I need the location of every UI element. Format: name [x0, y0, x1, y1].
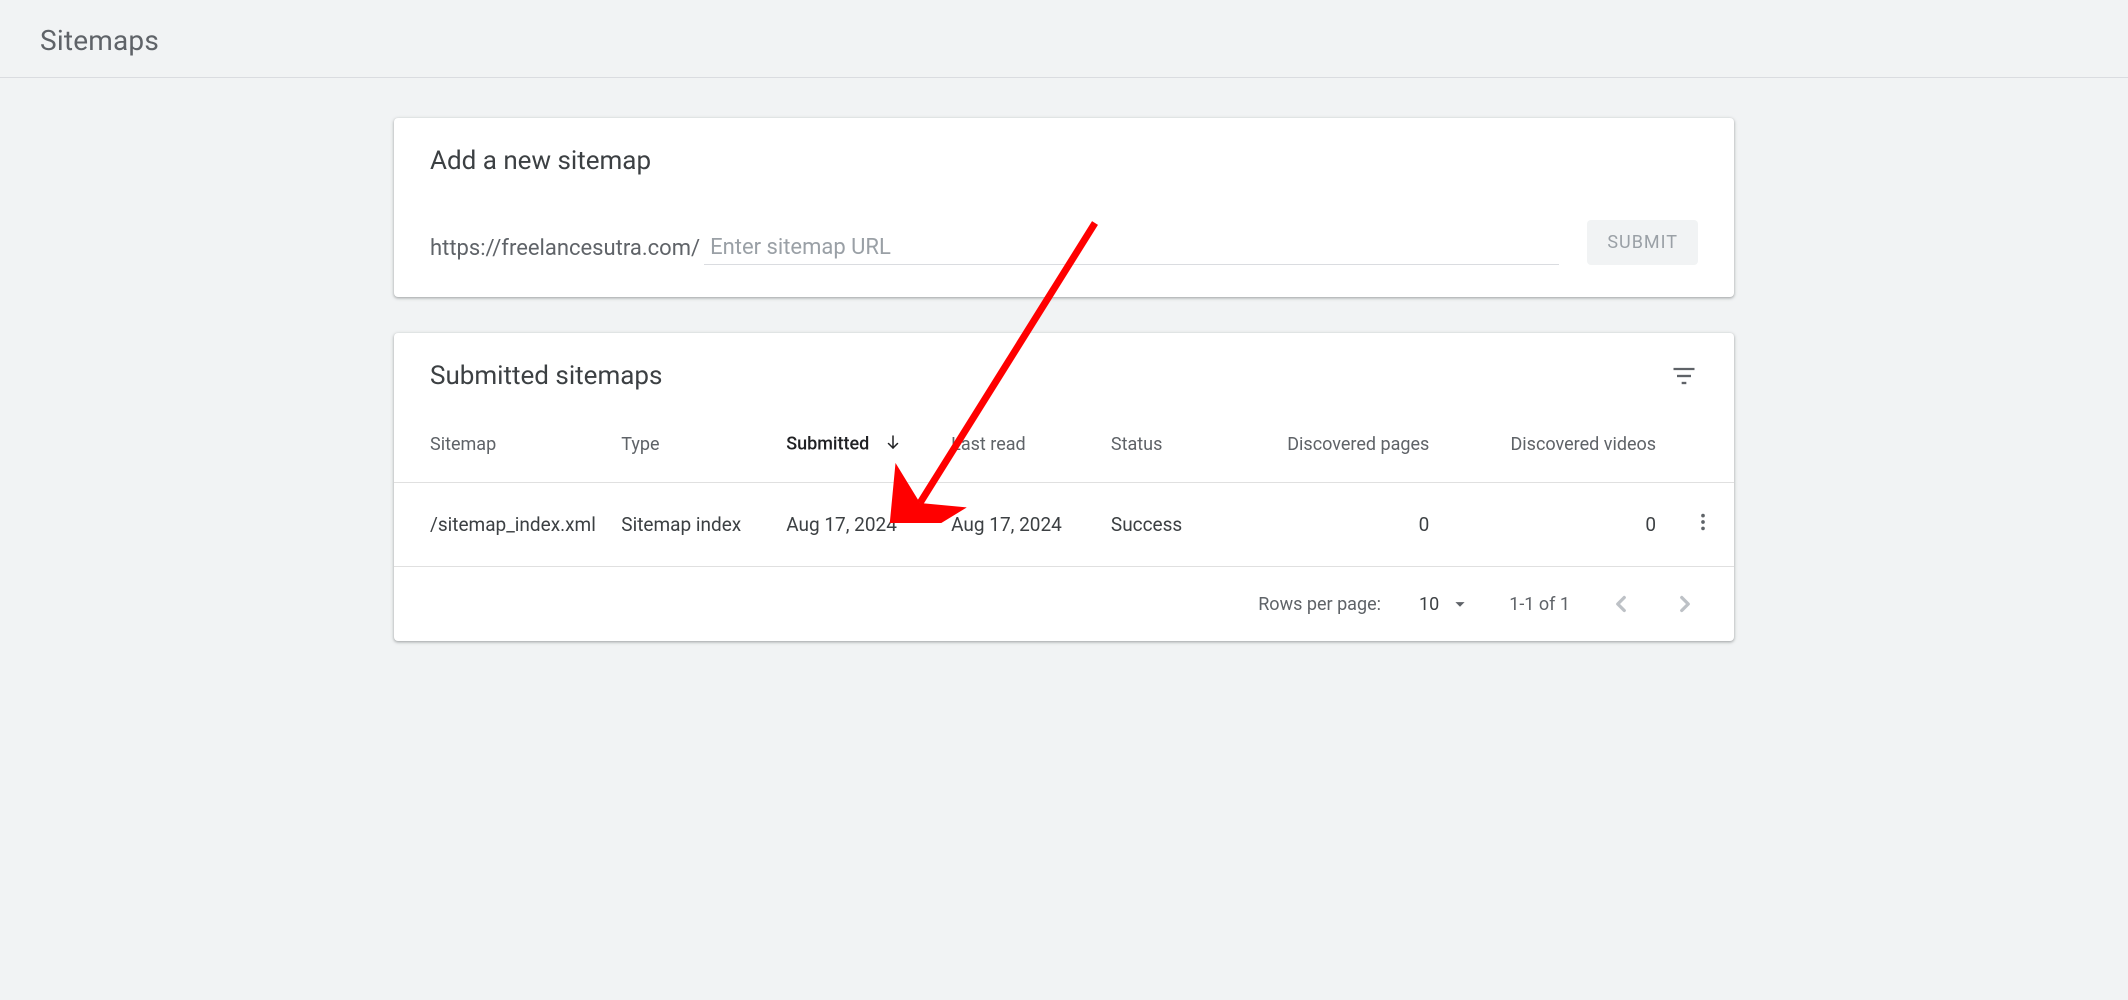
col-sitemap[interactable]: Sitemap — [394, 433, 605, 483]
row-menu-button[interactable] — [1672, 483, 1734, 567]
table-footer: Rows per page: 10 1-1 of 1 — [394, 567, 1734, 641]
next-page-button[interactable] — [1672, 591, 1698, 617]
sort-arrow-down-icon — [884, 433, 902, 456]
filter-icon[interactable] — [1670, 362, 1698, 390]
rows-per-page-select[interactable]: 10 — [1419, 593, 1471, 615]
sitemap-url-prefix: https://freelancesutra.com/ — [430, 236, 700, 265]
submit-button[interactable]: SUBMIT — [1587, 220, 1698, 265]
table-header-row: Sitemap Type Submitted Last read Status — [394, 433, 1734, 483]
cell-discovered-pages: 0 — [1270, 483, 1445, 567]
add-sitemap-title: Add a new sitemap — [430, 146, 1698, 176]
rows-per-page-label: Rows per page: — [1258, 594, 1381, 615]
sitemaps-table: Sitemap Type Submitted Last read Status — [394, 433, 1734, 567]
col-discovered-videos[interactable]: Discovered videos — [1445, 433, 1672, 483]
col-submitted-label: Submitted — [786, 433, 869, 454]
add-sitemap-card: Add a new sitemap https://freelancesutra… — [394, 118, 1734, 297]
content: Add a new sitemap https://freelancesutra… — [0, 78, 2128, 681]
dropdown-arrow-icon — [1449, 593, 1471, 615]
cell-status: Success — [1095, 483, 1270, 567]
col-discovered-pages[interactable]: Discovered pages — [1270, 433, 1445, 483]
col-status[interactable]: Status — [1095, 433, 1270, 483]
page-header: Sitemaps — [0, 0, 2128, 78]
cell-last-read: Aug 17, 2024 — [935, 483, 1095, 567]
pagination-range: 1-1 of 1 — [1509, 594, 1570, 615]
col-submitted[interactable]: Submitted — [770, 433, 935, 483]
submitted-sitemaps-title: Submitted sitemaps — [430, 361, 662, 391]
cell-submitted: Aug 17, 2024 — [770, 483, 935, 567]
prev-page-button[interactable] — [1608, 591, 1634, 617]
submitted-sitemaps-card: Submitted sitemaps — [394, 333, 1734, 641]
cell-type: Sitemap index — [605, 483, 770, 567]
sitemap-url-input[interactable] — [704, 235, 1559, 265]
rows-per-page-value: 10 — [1419, 594, 1439, 615]
col-last-read[interactable]: Last read — [935, 433, 1095, 483]
col-type[interactable]: Type — [605, 433, 770, 483]
cell-discovered-videos: 0 — [1445, 483, 1672, 567]
cell-sitemap: /sitemap_index.xml — [394, 483, 605, 567]
page-title: Sitemaps — [40, 24, 2088, 57]
table-row[interactable]: /sitemap_index.xml Sitemap index Aug 17,… — [394, 483, 1734, 567]
